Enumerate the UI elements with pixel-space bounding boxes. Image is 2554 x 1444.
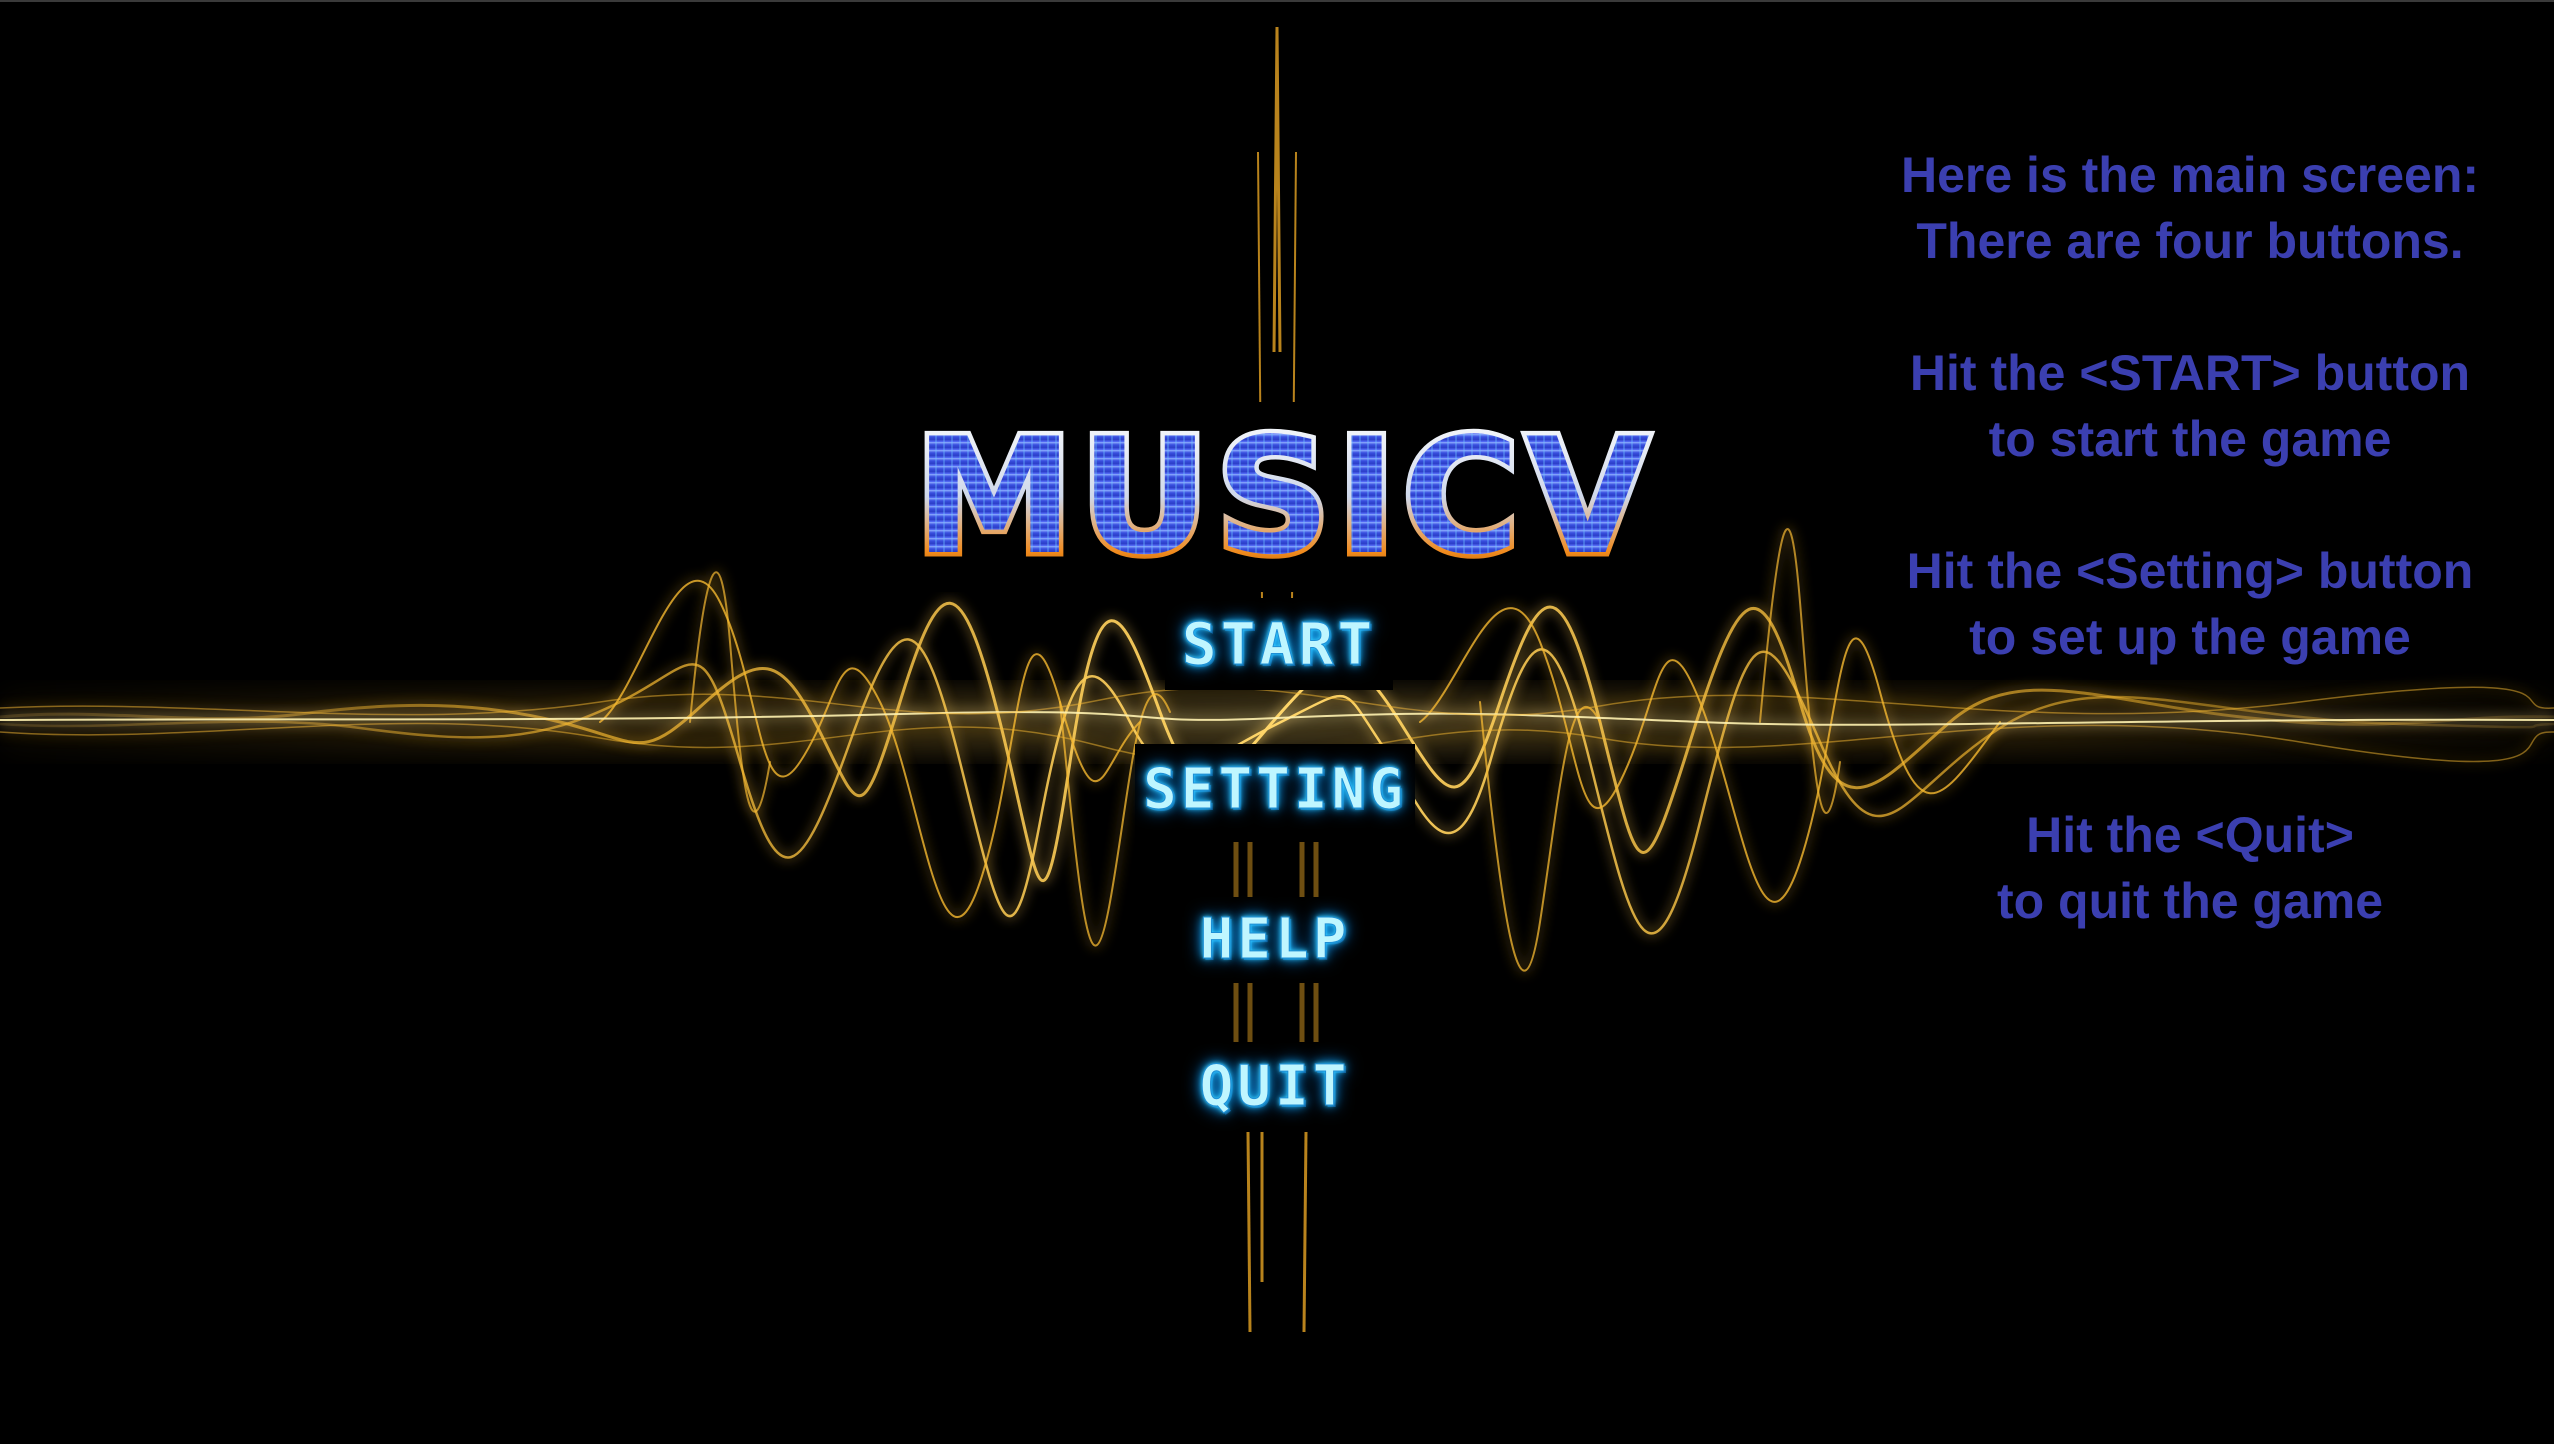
logo-graphic: MUSICV [910, 402, 1655, 592]
setting-line-1: Hit the <Setting> button [1906, 543, 2474, 599]
setting-line-2: to set up the game [1969, 609, 2411, 665]
logo-title: MUSICV [914, 403, 1655, 590]
help-button[interactable]: HELP [1190, 897, 1360, 983]
setting-button[interactable]: SETTING [1135, 744, 1415, 836]
start-button[interactable]: START [1165, 598, 1393, 690]
game-logo: MUSICV [815, 402, 1755, 592]
start-instruction: Hit the <START> button to start the game [1840, 340, 2540, 472]
quit-line-2: to quit the game [1996, 873, 2384, 929]
instructions-panel: Here is the main screen: There are four … [1840, 142, 2540, 934]
main-screen: MUSICV START SETTING HELP QUIT Here is t… [0, 0, 2554, 1444]
quit-line-1: Hit the <Quit> [2026, 807, 2354, 863]
quit-instruction: Hit the <Quit> to quit the game [1840, 802, 2540, 934]
start-line-2: to start the game [1988, 411, 2392, 467]
quit-button[interactable]: QUIT [1192, 1042, 1358, 1132]
start-line-1: Hit the <START> button [1909, 345, 2471, 401]
intro-line-1: Here is the main screen: [1900, 147, 2480, 203]
intro-line-2: There are four buttons. [1916, 213, 2464, 269]
intro-instruction: Here is the main screen: There are four … [1840, 142, 2540, 274]
setting-instruction: Hit the <Setting> button to set up the g… [1840, 538, 2540, 670]
